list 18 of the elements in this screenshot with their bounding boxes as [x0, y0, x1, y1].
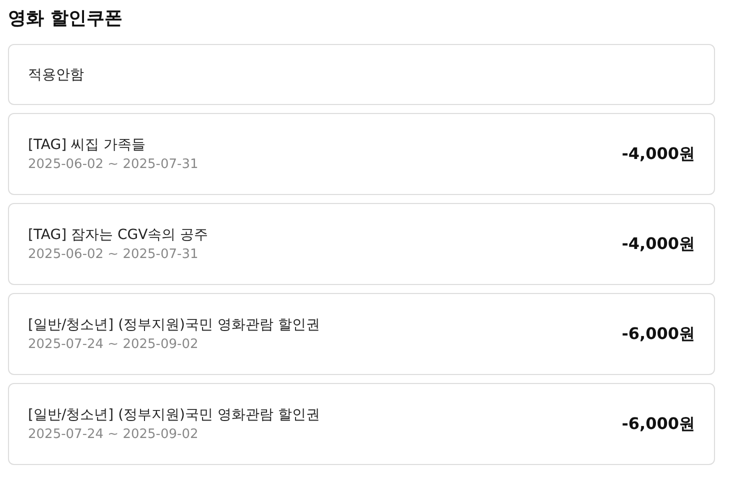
discount-amount: -4,000원	[622, 234, 695, 254]
discount-amount: -4,000원	[622, 144, 695, 164]
coupon-period: 2025-07-24 ~ 2025-09-02	[28, 337, 200, 352]
coupon-option[interactable]: [TAG] 씨집 가족들 2025-06-02 ~ 2025-07-31 -4,000원	[8, 113, 715, 195]
coupon-option[interactable]: [TAG] 잠자는 CGV속의 공주 2025-06-02 ~ 2025-07-31 -4,000원	[8, 203, 715, 285]
coupon-name: [일반/청소년] (정부지원)국민 영화관람 할인권	[28, 406, 320, 424]
coupon-option[interactable]: [일반/청소년] (정부지원)국민 영화관람 할인권 2025-07-24 ~ 2025-09-02 -6,000원	[8, 293, 715, 375]
coupon-period: 2025-07-24 ~ 2025-09-02	[28, 427, 200, 442]
discount-amount: -6,000원	[622, 324, 695, 344]
coupon-period: 2025-06-02 ~ 2025-07-31	[28, 157, 198, 172]
section-title: 영화 할인쿠폰	[8, 7, 124, 31]
no-coupon-option[interactable]: 적용안함	[8, 44, 715, 105]
coupon-name: [TAG] 잠자는 CGV속의 공주	[28, 226, 208, 244]
discount-amount: -6,000원	[622, 414, 695, 434]
coupon-name: [일반/청소년] (정부지원)국민 영화관람 할인권	[28, 316, 320, 334]
coupon-period: 2025-06-02 ~ 2025-07-31	[28, 247, 200, 262]
coupon-name: [TAG] 씨집 가족들	[28, 136, 146, 154]
coupon-option[interactable]: [일반/청소년] (정부지원)국민 영화관람 할인권 2025-07-24 ~ 2025-09-02 -6,000원	[8, 383, 715, 465]
